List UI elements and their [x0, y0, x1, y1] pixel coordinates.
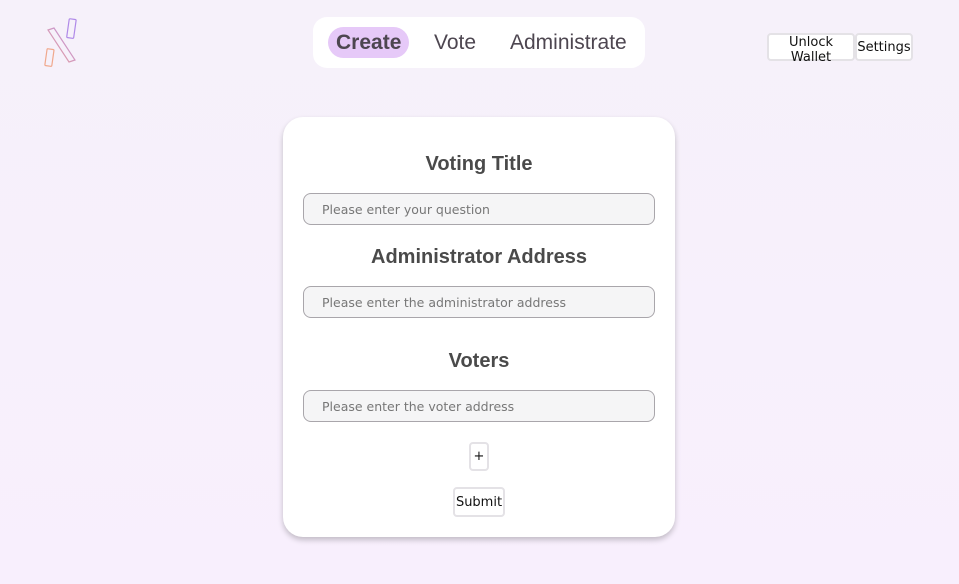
unlock-wallet-button[interactable]: Unlock Wallet: [767, 33, 855, 65]
administrator-address-heading: Administrator Address: [371, 246, 587, 268]
administrator-address-input[interactable]: [303, 286, 655, 318]
voting-title-heading: Voting Title: [425, 153, 533, 175]
voters-heading: Voters: [448, 350, 510, 372]
submit-button[interactable]: Submit: [453, 487, 505, 517]
voter-address-input[interactable]: [303, 390, 655, 422]
x-logo-icon: [42, 16, 80, 68]
settings-button[interactable]: Settings: [855, 33, 913, 61]
create-vote-card: Voting Title Administrator Address Voter…: [283, 117, 675, 537]
tab-create[interactable]: Create: [328, 27, 410, 58]
main-nav: Create Vote Administrate: [313, 17, 645, 68]
add-voter-button[interactable]: +: [469, 442, 489, 471]
tab-vote[interactable]: Vote: [426, 27, 484, 58]
voting-title-input[interactable]: [303, 193, 655, 225]
tab-administrate[interactable]: Administrate: [502, 27, 635, 58]
